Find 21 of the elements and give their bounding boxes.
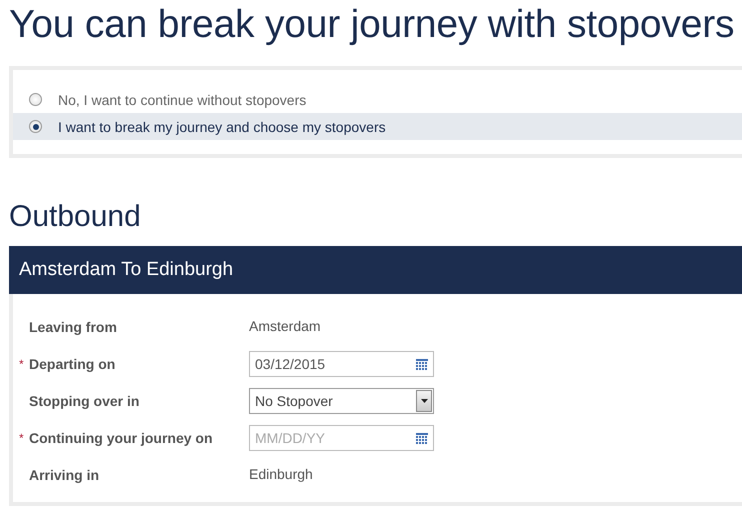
radio-button[interactable] <box>29 120 42 133</box>
route-title: Amsterdam To Edinburgh <box>19 259 234 281</box>
required-marker: * <box>19 431 25 445</box>
section-title: Outbound <box>9 200 142 234</box>
option-label: I want to break my journey and choose my stopovers <box>58 118 386 134</box>
calendar-icon[interactable] <box>416 358 428 370</box>
field-label: Leaving from <box>28 319 117 335</box>
date-field[interactable]: 03/12/2015 <box>249 351 434 377</box>
field-value: Amsterdam <box>249 318 321 334</box>
stopover-dropdown[interactable]: No Stopover <box>249 388 434 414</box>
page-title: You can break your journey with stopovers <box>9 2 736 48</box>
field-label: Stopping over in <box>28 393 140 409</box>
field-label: Continuing your journey on <box>28 430 213 446</box>
option-label: No, I want to continue without stopovers <box>58 92 306 108</box>
field-value: Edinburgh <box>249 466 313 482</box>
field-label: Arriving in <box>28 467 100 483</box>
radio-button[interactable] <box>29 93 42 106</box>
required-marker: * <box>19 357 25 371</box>
field-label: Departing on <box>28 356 116 372</box>
calendar-icon[interactable] <box>416 432 428 444</box>
caret-icon <box>420 399 428 403</box>
